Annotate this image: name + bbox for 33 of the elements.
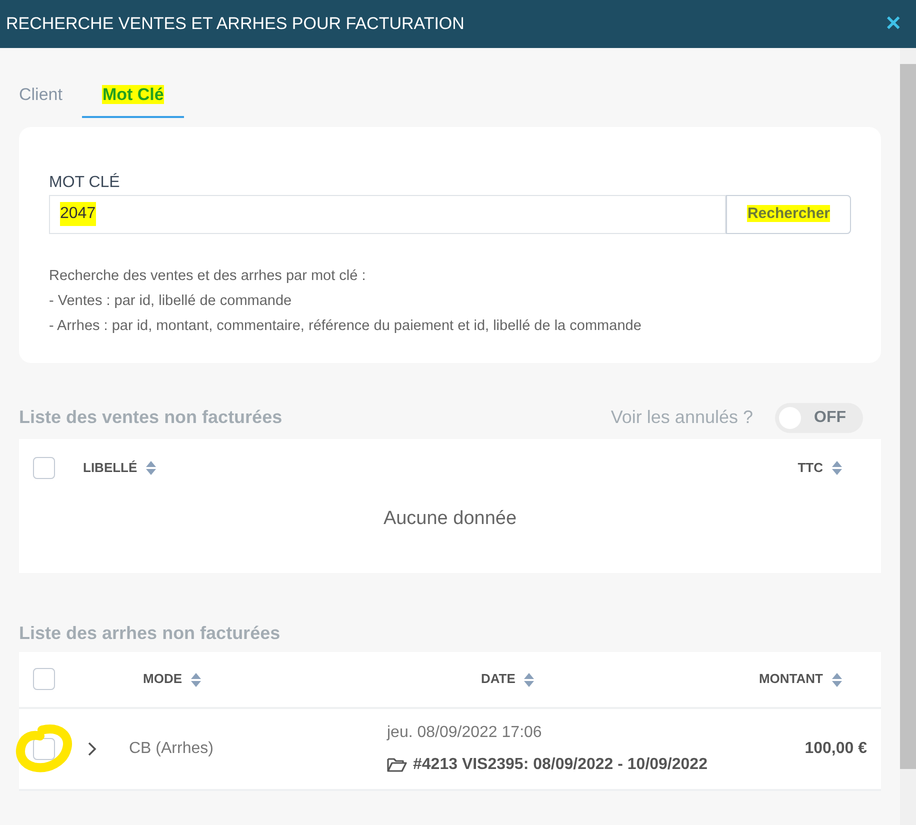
toggle-label: Voir les annulés ?: [610, 406, 753, 429]
sort-icon[interactable]: [831, 672, 843, 688]
column-header[interactable]: MODE: [143, 669, 443, 689]
table-cell-text: #4213 VIS2395: 08/09/2022 - 10/09/2022: [413, 754, 708, 774]
help-text: Recherche des ventes et des arrhes par mot clé :: [49, 266, 367, 286]
column-header[interactable]: DATE: [481, 669, 759, 689]
column-header[interactable]: MONTANT: [758, 669, 843, 689]
column-header[interactable]: TTC: [798, 458, 843, 478]
section-title: Liste des ventes non facturées: [19, 406, 282, 429]
checkbox[interactable]: [33, 738, 55, 760]
close-button[interactable]: ✕: [885, 9, 902, 39]
checkbox[interactable]: [33, 668, 55, 690]
table-cell-text: CB (Arrhes): [129, 738, 214, 758]
table-cell-text: jeu. 08/09/2022 17:06: [387, 722, 543, 742]
table-cell-text: 100,00 €: [804, 738, 867, 758]
section-title: Liste des arrhes non facturées: [19, 622, 282, 644]
help-text: - Ventes : par id, libellé de commande: [49, 292, 293, 310]
chevron-right-icon[interactable]: [87, 740, 97, 756]
search-field[interactable]: 2047: [49, 194, 726, 234]
folder-icon: [387, 757, 407, 772]
window-title: RECHERCHE VENTES ET ARRHES POUR FACTURATION: [6, 13, 464, 36]
empty-message: Aucune donnée: [382, 506, 518, 530]
toggle-switch[interactable]: OFF: [775, 402, 863, 432]
sort-icon[interactable]: [145, 460, 158, 476]
sort-icon[interactable]: [831, 460, 843, 476]
field-label: MOT CLÉ: [49, 172, 121, 192]
help-text: - Arrhes : par id, montant, commentaire, référence du paiement et id, libellé de la commande: [49, 316, 642, 336]
sort-icon[interactable]: [190, 672, 202, 688]
sort-icon[interactable]: [523, 672, 536, 688]
scrollbar[interactable]: [900, 48, 916, 825]
checkbox[interactable]: [33, 456, 55, 478]
search-button[interactable]: Rechercher: [726, 194, 851, 234]
column-header[interactable]: LIBELLÉ: [83, 458, 798, 478]
